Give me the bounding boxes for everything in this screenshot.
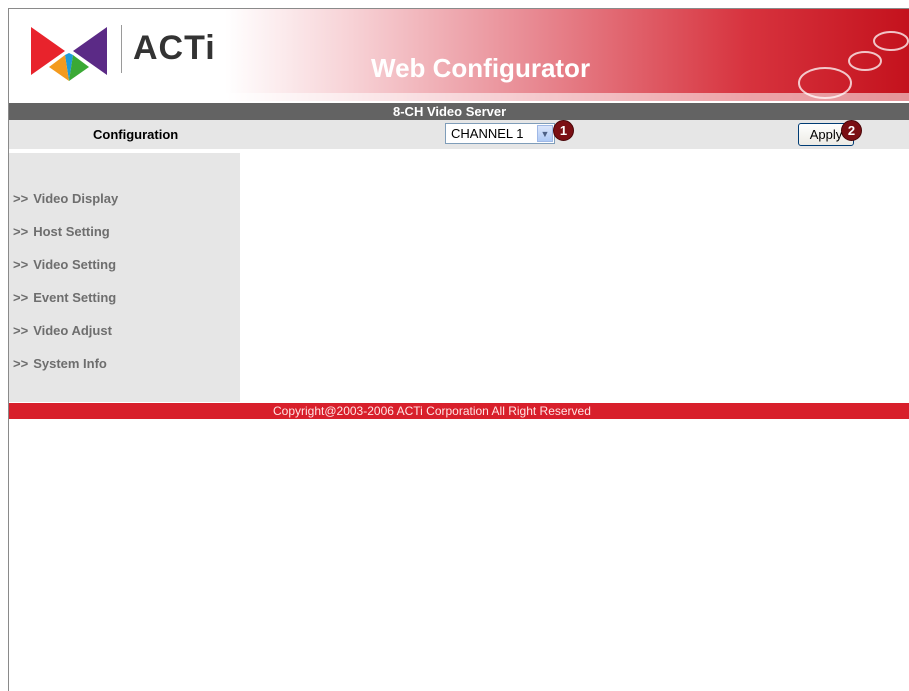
configuration-label: Configuration [93,127,179,142]
sidebar-item-video-setting[interactable]: >> Video Setting [13,257,116,272]
logo-text: ACTi [133,29,216,67]
sidebar-item-event-setting[interactable]: >> Event Setting [13,290,116,305]
sidebar-item-label: Host Setting [33,224,110,239]
nav-marker: >> [13,257,29,272]
decorative-rings-icon [798,31,909,99]
sidebar-item-host-setting[interactable]: >> Host Setting [13,224,110,239]
nav-marker: >> [13,224,29,239]
sidebar-item-label: Video Adjust [33,323,112,338]
sidebar-item-label: Video Setting [33,257,117,272]
header-banner: ACTi Web Configurator [9,9,909,101]
chevron-down-icon[interactable]: ▼ [537,125,553,142]
sidebar-item-label: System Info [33,356,107,371]
sidebar-item-label: Video Display [33,191,119,206]
header-separator [9,93,909,101]
sidebar-nav: >> Video Display >> Host Setting >> Video S… [9,153,240,402]
device-name: 8-CH Video Server [393,104,507,119]
channel-select[interactable]: CHANNEL 1 ▼ [445,123,555,144]
device-title-bar: 8-CH Video Server [9,103,909,120]
nav-marker: >> [13,323,29,338]
footer-bar: Copyright@2003-2006 ACTi Corporation All… [9,403,909,419]
nav-marker: >> [13,191,29,206]
sidebar-item-video-adjust[interactable]: >> Video Adjust [13,323,112,338]
configuration-bar: Configuration CHANNEL 1 ▼ 1 Apply 2 [9,120,909,149]
callout-badge-1: 1 [553,120,574,141]
acti-logo-mark-icon [31,27,107,81]
sidebar-item-system-info[interactable]: >> System Info [13,356,107,371]
logo-divider [121,25,122,73]
browser-page: ACTi Web Configurator 8-CH Video Server … [8,8,909,691]
sidebar-item-label: Event Setting [33,290,117,305]
nav-marker: >> [13,290,29,305]
nav-marker: >> [13,356,29,371]
app-title: Web Configurator [371,53,591,83]
copyright-text: Copyright@2003-2006 ACTi Corporation All… [273,404,591,418]
sidebar-item-video-display[interactable]: >> Video Display [13,191,118,206]
channel-select-value: CHANNEL 1 [451,126,524,141]
acti-logo: ACTi [9,9,235,93]
callout-badge-2: 2 [841,120,862,141]
